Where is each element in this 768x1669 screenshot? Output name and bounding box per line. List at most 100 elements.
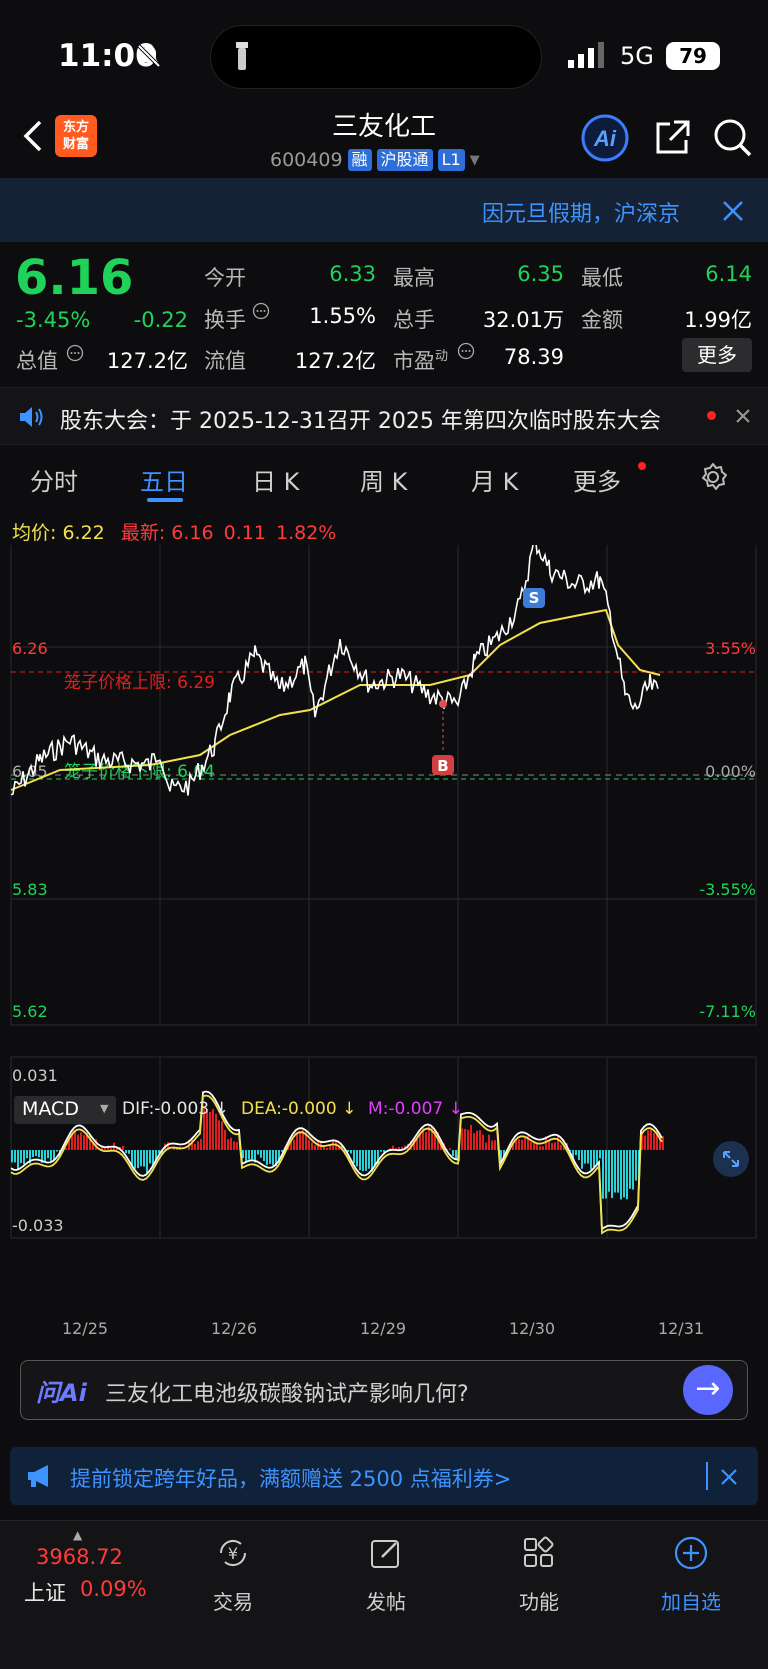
ai-question-text: 三友化工电池级碳酸钠试产影响几何?: [105, 1382, 469, 1407]
chevron-up-icon: ▲: [73, 1528, 83, 1542]
macd-bar: [236, 1142, 238, 1150]
macd-bar: [269, 1150, 271, 1164]
tab-intraday[interactable]: 分时: [30, 462, 78, 497]
avg-label: 均价:: [12, 522, 57, 544]
index-pct[interactable]: 0.09%: [80, 1577, 147, 1601]
macd-bar: [452, 1150, 454, 1156]
close-icon[interactable]: [720, 1468, 738, 1486]
nav-post[interactable]: 发帖: [331, 1530, 441, 1615]
macd-bar: [425, 1132, 427, 1150]
nav-add-watchlist[interactable]: 加自选: [636, 1530, 746, 1615]
settings-gear-icon[interactable]: [698, 462, 728, 492]
share-icon[interactable]: [652, 118, 692, 158]
close-icon[interactable]: [720, 198, 746, 224]
tab-monthly-k[interactable]: 月 K: [471, 462, 518, 497]
tab-more[interactable]: 更多: [573, 462, 621, 497]
index-value[interactable]: 3968.72: [36, 1545, 123, 1569]
macd-bar: [524, 1138, 526, 1150]
macd-bar: [17, 1150, 19, 1170]
macd-bar: [632, 1150, 634, 1190]
macd-selector[interactable]: MACD ▼: [14, 1096, 116, 1124]
macd-ymax-label: 0.031: [12, 1066, 58, 1085]
macd-bar: [122, 1145, 124, 1150]
five-day-chart[interactable]: 笼子价格上限: 6.29笼子价格下限: 6.04 6.486.266.055.8…: [0, 545, 768, 1345]
nav-features[interactable]: 功能: [484, 1530, 594, 1615]
macd-bar: [266, 1150, 268, 1165]
macd-bar: [38, 1150, 40, 1158]
macd-bar: [470, 1124, 472, 1150]
ai-go-arrow-icon[interactable]: →: [683, 1365, 733, 1415]
macd-bar: [80, 1132, 82, 1150]
macd-bar: [65, 1148, 67, 1150]
close-icon[interactable]: [735, 408, 751, 424]
network-type: 5G: [620, 42, 654, 70]
macd-bar: [83, 1135, 85, 1150]
macd-bar: [494, 1140, 496, 1150]
macd-bar: [584, 1150, 586, 1164]
search-icon[interactable]: [712, 117, 754, 159]
nav-trade[interactable]: ¥ 交易: [178, 1530, 288, 1615]
avg-value: 6.22: [62, 522, 105, 544]
amount-value: 1.99亿: [684, 308, 752, 332]
macd-bar: [356, 1150, 358, 1167]
macd-bar: [542, 1146, 544, 1150]
pct-axis-label: -3.55%: [699, 880, 756, 899]
expand-icon[interactable]: [712, 1140, 750, 1178]
promo-text: 提前锁定跨年好品，满额赠送 2500 点福利券>: [70, 1467, 512, 1491]
yuan-exchange-icon: ¥: [219, 1539, 247, 1567]
macd-bar: [611, 1150, 613, 1198]
float-value: 127.2亿: [294, 349, 376, 373]
x-axis-date-label: 12/31: [658, 1319, 704, 1338]
macd-bar: [617, 1150, 619, 1193]
macd-bar: [530, 1142, 532, 1150]
macd-bar: [260, 1150, 262, 1158]
macd-bar: [629, 1150, 631, 1189]
change-percent: -3.45%: [16, 308, 91, 332]
macd-bar: [626, 1150, 628, 1200]
macd-bar: [143, 1150, 145, 1167]
divider: [706, 1462, 708, 1490]
open-label: 今开: [204, 266, 246, 290]
low-label: 最低: [581, 266, 623, 290]
macd-bar: [137, 1150, 139, 1169]
info-icon[interactable]: [457, 342, 475, 360]
macd-bar: [575, 1150, 577, 1156]
info-icon[interactable]: [66, 344, 84, 362]
macd-bar: [635, 1150, 637, 1181]
ai-assistant-icon[interactable]: Ai: [580, 113, 630, 163]
latest-label: 最新:: [120, 522, 166, 544]
tag-connect: 沪股通: [376, 149, 433, 171]
nav-trade-label: 交易: [213, 1590, 253, 1614]
macd-bar: [56, 1150, 58, 1152]
macd-bar: [479, 1129, 481, 1150]
macd-bar: [593, 1150, 595, 1168]
macd-bar: [380, 1150, 382, 1152]
battery-level: 79: [666, 42, 720, 70]
macd-bar: [353, 1150, 355, 1164]
info-icon[interactable]: [252, 302, 270, 320]
macd-bar: [251, 1150, 253, 1160]
tab-weekly-k[interactable]: 周 K: [360, 462, 407, 497]
macd-bar: [314, 1145, 316, 1150]
macd-bar: [224, 1129, 226, 1150]
macd-bar: [233, 1141, 235, 1150]
more-button[interactable]: 更多: [682, 338, 752, 372]
macd-bar: [557, 1135, 559, 1150]
high-value: 6.35: [517, 262, 564, 286]
x-axis-date-label: 12/25: [62, 1319, 108, 1338]
tab-daily-k[interactable]: 日 K: [252, 462, 299, 497]
macd-bar: [323, 1146, 325, 1150]
stock-code-line[interactable]: 600409 融 沪股通 L1 ▼: [270, 148, 480, 172]
megaphone-icon: [28, 1465, 48, 1487]
macd-bar: [590, 1150, 592, 1170]
macd-bar: [362, 1150, 364, 1172]
pe-label-sup: 动: [435, 349, 449, 364]
macd-ymin-label: -0.033: [12, 1216, 64, 1235]
price-axis-label: 6.26: [12, 639, 48, 658]
x-axis-date-label: 12/30: [509, 1319, 555, 1338]
index-name[interactable]: 上证: [24, 1577, 66, 1607]
macd-bar: [599, 1150, 601, 1159]
macd-bar: [230, 1137, 232, 1150]
macd-bar: [197, 1141, 199, 1150]
tab-five-day[interactable]: 五日: [140, 462, 188, 497]
